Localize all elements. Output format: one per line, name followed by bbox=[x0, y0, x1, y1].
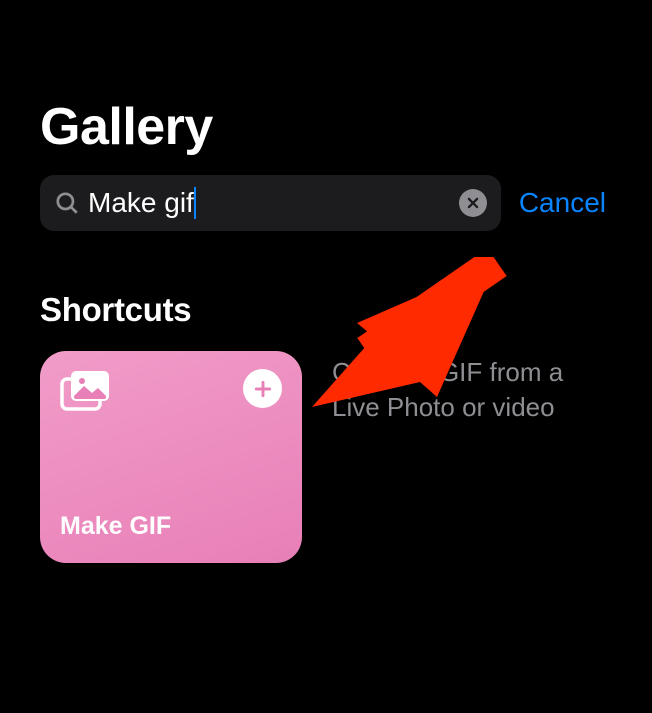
page-title: Gallery bbox=[40, 97, 612, 157]
shortcut-card-make-gif[interactable]: Make GIF bbox=[40, 351, 302, 563]
shortcut-card-title: Make GIF bbox=[60, 512, 282, 545]
search-value: Make gif bbox=[80, 187, 194, 219]
clear-icon[interactable] bbox=[459, 189, 487, 217]
shortcut-description: Create a GIF from a Live Photo or video bbox=[332, 351, 582, 425]
shortcut-row: Make GIF Create a GIF from a Live Photo … bbox=[40, 351, 612, 563]
search-row: Make gif Cancel bbox=[40, 175, 612, 231]
text-cursor bbox=[194, 187, 196, 219]
search-input[interactable]: Make gif bbox=[40, 175, 501, 231]
cancel-button[interactable]: Cancel bbox=[519, 187, 612, 219]
photos-icon bbox=[60, 369, 112, 418]
section-header-shortcuts: Shortcuts bbox=[40, 291, 612, 329]
add-shortcut-button[interactable] bbox=[243, 369, 282, 408]
search-icon bbox=[54, 190, 80, 216]
